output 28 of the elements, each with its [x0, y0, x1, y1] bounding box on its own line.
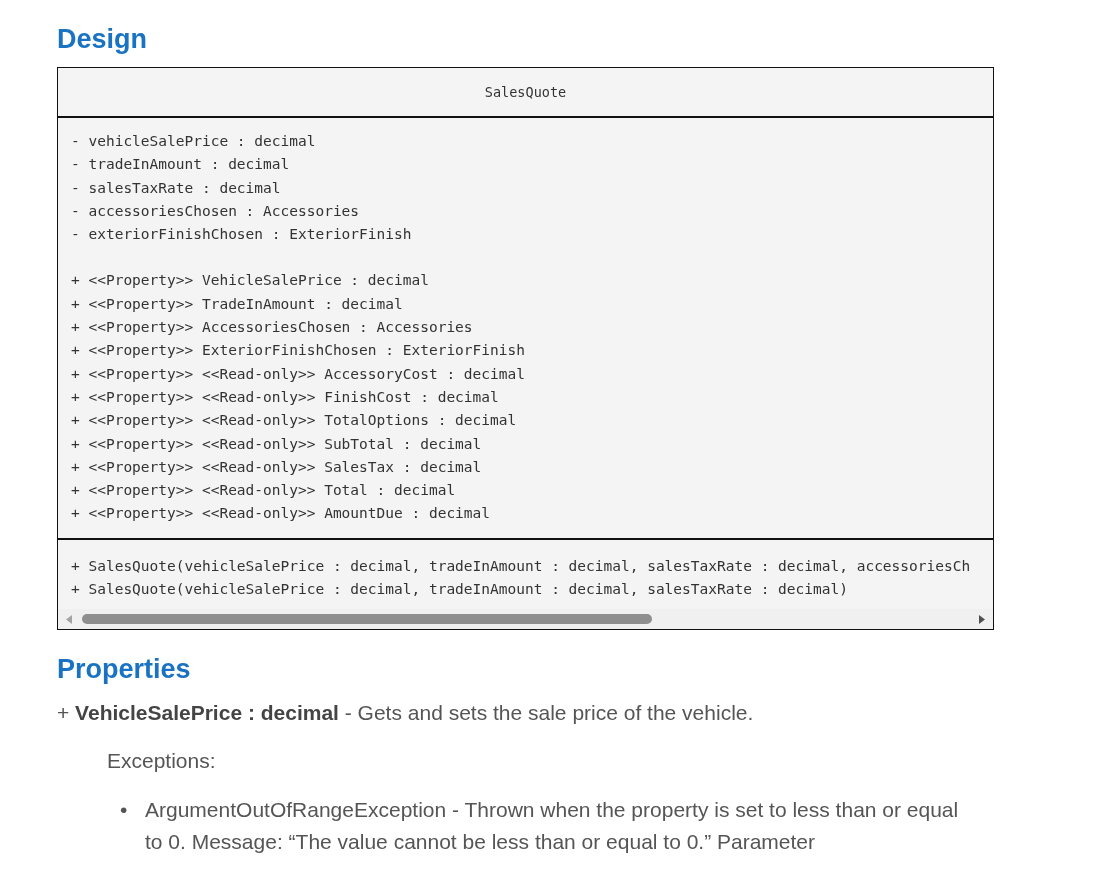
horizontal-scrollbar[interactable] [58, 609, 993, 630]
section-heading: Properties [57, 653, 192, 687]
property-text: + <<Property>> <<Read-only>> TotalOptions : decimal [71, 411, 518, 431]
class-name: SalesQuote [58, 68, 993, 118]
property-text: + <<Property>> AccessoriesChosen : Accessories [71, 318, 474, 338]
attribute-text: - tradeInAmount : decimal [71, 155, 291, 175]
attribute-text: - vehicleSalePrice : decimal [71, 132, 317, 151]
property-text: + <<Property>> <<Read-only>> AccessoryCost : decimal [71, 364, 526, 384]
method-text: + SalesQuote(vehicleSalePrice : decimal, tradeInAmount : decimal, salesTaxRate : decimal) [71, 580, 849, 600]
exceptions-label: Exceptions: [107, 748, 217, 775]
property-text: + <<Property>> <<Read-only>> SubTotal : decimal [71, 434, 483, 454]
scrollbar-thumb[interactable] [82, 614, 652, 625]
section-heading: Design [57, 23, 149, 56]
property-text: + <<Property>> <<Read-only>> SalesTax : decimal [71, 457, 483, 477]
property-text: + <<Property>> <<Read-only>> Total : decimal [71, 481, 457, 501]
attribute-text: - exteriorFinishChosen : ExteriorFinish [71, 225, 413, 245]
scroll-right-icon[interactable] [979, 614, 985, 624]
attribute-text: - accessoriesChosen : Accessories [71, 201, 361, 221]
method-text: + SalesQuote(vehicleSalePrice : decimal, tradeInAmount : decimal, salesTaxRate : decimal, accessoriesCh [71, 556, 972, 576]
property-text: + <<Property>> VehicleSalePrice : decimal [71, 271, 430, 291]
bullet-marker: • [120, 797, 129, 824]
property-text: + <<Property>> ExteriorFinishChosen : ExteriorFinish [71, 341, 526, 361]
property-text: + <<Property>> TradeInAmount : decimal [71, 294, 404, 314]
exception-text: ArgumentOutOfRangeException - Thrown when the property is set to less than or equal to 0. Message: “The value cannot be less than or equal to 0.” Parameter [145, 797, 960, 856]
property-text: + <<Property>> <<Read-only>> AmountDue : decimal [71, 504, 492, 524]
property-text: + <<Property>> <<Read-only>> FinishCost : decimal [71, 387, 500, 407]
attribute-text: - salesTaxRate : decimal [71, 178, 282, 198]
property-description: + VehicleSalePrice : decimal - Gets and sets the sale price of the vehicle. [57, 700, 755, 727]
